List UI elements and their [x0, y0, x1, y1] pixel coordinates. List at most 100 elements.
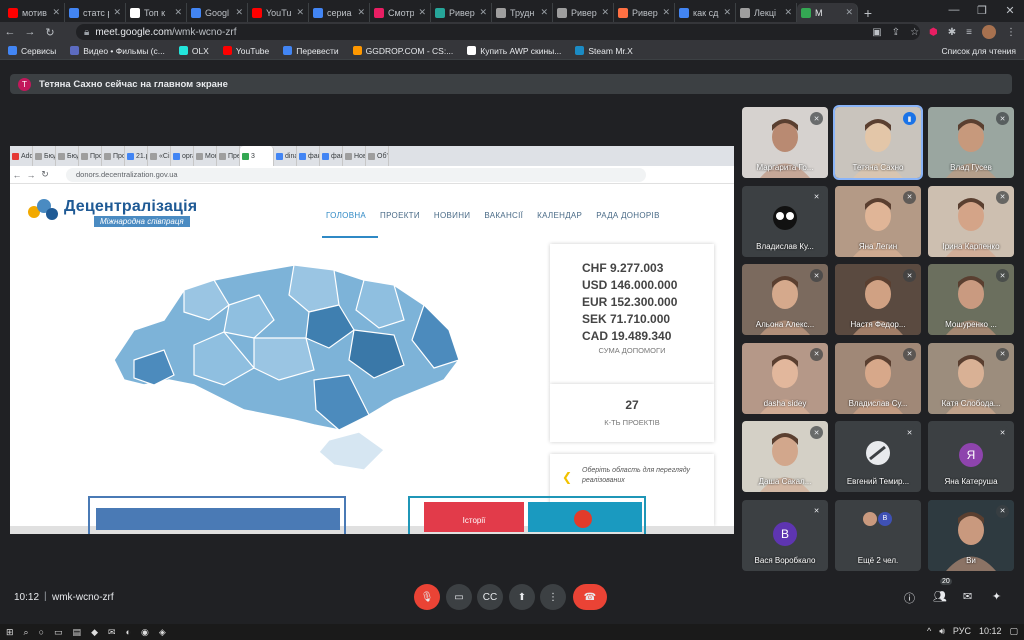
participant-tile[interactable]: В Ещё 2 чел.	[835, 499, 921, 571]
bookmark-item[interactable]: YouTube	[222, 46, 269, 56]
more-options-button[interactable]: ⋮	[540, 584, 566, 610]
browser-tab[interactable]: Топ к ✕	[126, 3, 187, 22]
browser-tab[interactable]: Трудн ✕	[492, 3, 553, 22]
tab-close-icon[interactable]: ✕	[601, 7, 609, 18]
share-icon[interactable]: ⇪	[892, 27, 900, 38]
tab-close-icon[interactable]: ✕	[52, 7, 60, 18]
mic-off-button[interactable]: 🎙︎	[414, 584, 440, 610]
browser-tab[interactable]: YouTul ✕	[248, 3, 309, 22]
participant-tile[interactable]: ✕ Настя Федор...	[835, 264, 921, 335]
participant-tile[interactable]: ✕ Маргарита Го...	[742, 107, 828, 178]
shared-tab: Об'є	[366, 146, 389, 166]
tab-close-icon[interactable]: ✕	[418, 7, 426, 18]
tab-close-icon[interactable]: ✕	[784, 7, 792, 18]
browser-tab[interactable]: Ривер ✕	[431, 3, 492, 22]
participant-tile[interactable]: ✕ Ви	[928, 499, 1014, 571]
chat-icon[interactable]: ✉	[963, 590, 972, 603]
tab-close-icon[interactable]: ✕	[479, 7, 487, 18]
tab-close-icon[interactable]: ✕	[845, 7, 853, 18]
browser-tab[interactable]: как сд ✕	[675, 3, 736, 22]
volume-icon[interactable]: 🔊︎	[939, 626, 945, 637]
tab-close-icon[interactable]: ✕	[540, 7, 548, 18]
tab-close-icon[interactable]: ✕	[174, 7, 182, 18]
windows-start-icon[interactable]: ⊞	[6, 627, 14, 638]
activities-icon[interactable]: ✦	[992, 590, 1001, 603]
participant-tile[interactable]: ✕ Даша Сакал...	[742, 421, 828, 492]
participant-tile[interactable]: ✕ Катя Слобода...	[928, 342, 1014, 414]
tab-close-icon[interactable]: ✕	[723, 7, 731, 18]
participant-tile[interactable]: ✕ Яна Легин	[835, 185, 921, 257]
minimize-icon[interactable]: —	[940, 0, 968, 20]
tab-close-icon[interactable]: ✕	[296, 7, 304, 18]
projects-count: 27	[625, 398, 639, 412]
participant-tile[interactable]: ✕ Евгений Темир...	[835, 421, 921, 492]
tab-close-icon[interactable]: ✕	[235, 7, 243, 18]
participant-tile[interactable]: Я ✕ Яна Катеруша	[928, 421, 1014, 492]
close-window-icon[interactable]: ✕	[996, 0, 1024, 20]
browser-tab[interactable]: мотив ✕	[4, 3, 65, 22]
browser-tab[interactable]: Googl ✕	[187, 3, 248, 22]
participant-tile[interactable]: ✕ Влад Гусев	[928, 107, 1014, 178]
restore-icon[interactable]: ❐	[968, 0, 996, 20]
new-tab-button[interactable]: +	[858, 3, 878, 22]
tab-close-icon[interactable]: ✕	[357, 7, 365, 18]
browser-tab[interactable]: статс р ✕	[65, 3, 126, 22]
browser-tab[interactable]: сериа ✕	[309, 3, 370, 22]
browser-tab[interactable]: Смотр ✕	[370, 3, 431, 22]
task-view-icon[interactable]: ○	[39, 627, 44, 637]
participant-tile[interactable]: ✕ Мошуренко ...	[928, 264, 1014, 335]
clock[interactable]: 10:12	[979, 626, 1002, 637]
end-call-button[interactable]: ☎	[573, 584, 607, 610]
browser-tab[interactable]: Ривер ✕	[614, 3, 675, 22]
bookmark-item[interactable]: Steam Mr.X	[575, 46, 633, 56]
taskview-icon[interactable]: ▭	[54, 627, 63, 638]
chrome-icon[interactable]: ◉	[141, 627, 149, 638]
bookmark-item[interactable]: OLX	[178, 46, 209, 56]
search-icon[interactable]: ⌕	[24, 627, 29, 638]
profile-avatar[interactable]	[982, 25, 996, 39]
participant-tile[interactable]: ✕ Владислав Су...	[835, 342, 921, 414]
edge-icon[interactable]: ◐	[126, 627, 131, 637]
bookmark-item[interactable]: Перевести	[283, 46, 339, 56]
language-indicator[interactable]: РУС	[953, 626, 971, 637]
browser-tab[interactable]: Лекці ✕	[736, 3, 797, 22]
participant-tile[interactable]: ✕ Альона Алекс...	[742, 264, 828, 335]
omnibox[interactable]: 🔒︎ meet.google.com/wmk-wcno-zrf	[76, 24, 920, 40]
bookmark-item[interactable]: Купить AWP скины...	[467, 46, 561, 56]
media-icon[interactable]: ≡	[966, 27, 972, 38]
reading-list-button[interactable]: Список для чтения	[941, 46, 1016, 56]
bookmark-item[interactable]: Видео • Фильмы (с...	[70, 46, 165, 56]
extension-shield-icon[interactable]: ⬢	[929, 27, 938, 38]
mail-icon[interactable]: ✉	[108, 627, 116, 638]
camera-button[interactable]: ▭	[446, 584, 472, 610]
tab-close-icon[interactable]: ✕	[662, 7, 670, 18]
reload-icon[interactable]: ↻	[40, 26, 60, 39]
browser-tab[interactable]: M ✕	[797, 3, 858, 22]
captions-button[interactable]: CC	[477, 584, 503, 610]
bookmark-item[interactable]: Сервисы	[8, 46, 56, 56]
notifications-icon[interactable]: ▢	[1009, 626, 1018, 637]
back-icon[interactable]: ←	[0, 26, 20, 38]
star-icon[interactable]: ☆	[910, 27, 919, 38]
explorer-icon[interactable]: ▤	[73, 627, 82, 638]
tab-title: Googl	[205, 7, 230, 18]
people-icon[interactable]: 👥︎	[933, 590, 947, 603]
menu-icon[interactable]: ⋮	[1006, 27, 1016, 38]
participant-tile[interactable]: ▮ Тетяна Сахно	[833, 105, 923, 180]
tab-close-icon[interactable]: ✕	[113, 7, 121, 18]
puzzle-icon[interactable]: ✱	[948, 27, 956, 38]
region-pick-text: Оберіть область для перегляду реалізован…	[582, 467, 691, 484]
bookmark-item[interactable]: GGDROP.COM - CS:...	[352, 46, 453, 56]
app-icon[interactable]: ◈	[159, 627, 166, 638]
participant-tile[interactable]: В ✕ Вася Воробкало	[742, 499, 828, 571]
participant-tile[interactable]: ✕ Владислав Ку...	[742, 185, 828, 257]
participant-tile[interactable]: ✕ Ірина Карпенко	[928, 185, 1014, 257]
present-button[interactable]: ⬆	[509, 584, 535, 610]
tray-up-icon[interactable]: ^	[927, 626, 931, 637]
shield-icon[interactable]: ◆	[91, 627, 98, 638]
info-icon[interactable]: ⓘ	[904, 590, 915, 606]
camera-indicator-icon[interactable]: ▣	[872, 27, 881, 38]
forward-icon[interactable]: →	[20, 26, 40, 38]
participant-tile[interactable]: ✕ dasha sidey	[742, 342, 828, 414]
browser-tab[interactable]: Ривер ✕	[553, 3, 614, 22]
